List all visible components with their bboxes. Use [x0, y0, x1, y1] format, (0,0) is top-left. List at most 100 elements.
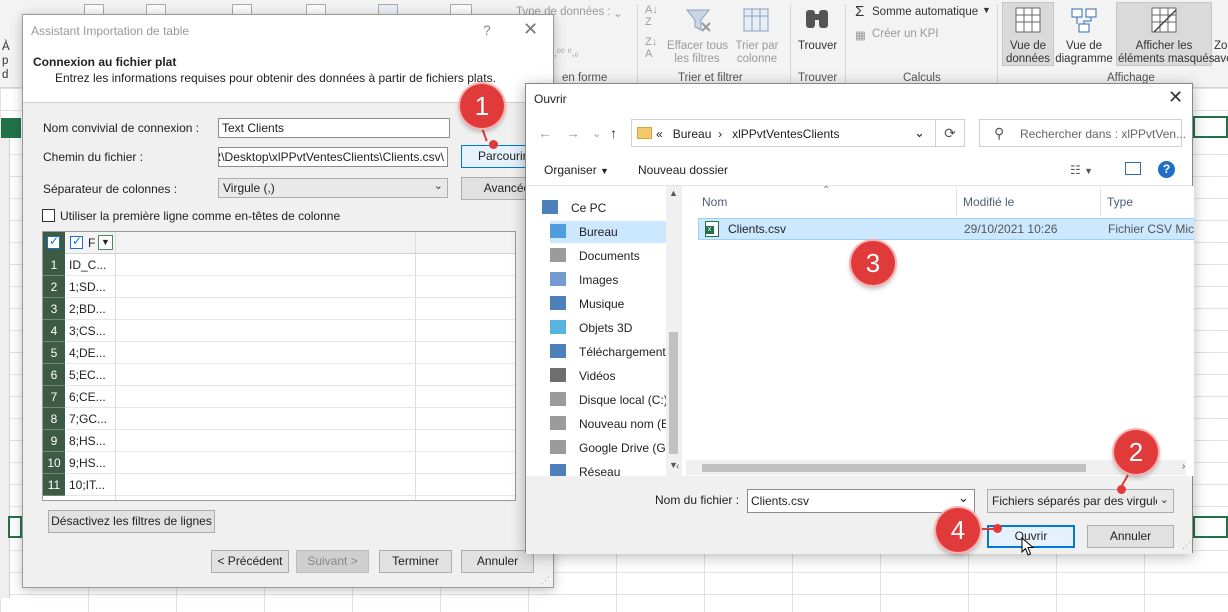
nav-item[interactable]: Musique: [550, 293, 678, 315]
friendly-name-field[interactable]: Text Clients: [218, 118, 450, 138]
nav-scrollbar-thumb[interactable]: [669, 332, 678, 454]
resize-grip-icon[interactable]: ⋰: [541, 575, 550, 586]
clear-filters-label-1[interactable]: Effacer tous: [667, 40, 728, 53]
autosum-button[interactable]: Somme automatique: [872, 6, 978, 18]
up-arrow-icon[interactable]: ↑: [610, 125, 617, 141]
ribbon-left-partial: À p d: [2, 41, 10, 81]
zoom-label-1[interactable]: Zo: [1214, 40, 1228, 53]
find-button[interactable]: Trouver: [798, 40, 837, 52]
preview-row: 3 2;BD...: [43, 298, 515, 320]
callout-dot: [993, 524, 1002, 533]
refresh-icon[interactable]: ⟳: [935, 119, 965, 147]
callout-badge-2: 2: [1114, 430, 1158, 474]
callout-badge-1: 1: [460, 84, 504, 128]
separator-label: Séparateur de colonnes :: [43, 182, 178, 196]
chevron-down-icon[interactable]: ⌄: [914, 125, 925, 141]
file-path-field[interactable]: \CER\Desktop\xlPPvtVentesClients\Clients…: [218, 147, 448, 167]
column-modified-header[interactable]: Modifié le: [963, 195, 1014, 209]
diagram-view-label-1[interactable]: Vue de: [1054, 40, 1114, 53]
sort-za-icon[interactable]: Z↓ A: [645, 36, 657, 60]
row-number: 8: [43, 408, 65, 430]
chevron-down-icon: ▼: [600, 166, 609, 176]
breadcrumb-overflow[interactable]: «: [656, 127, 663, 141]
row-number: 1: [43, 254, 65, 276]
address-bar[interactable]: « Bureau › xlPPvtVentesClients ⌄: [631, 119, 961, 147]
search-input[interactable]: ⚲ Rechercher dans : xlPPvtVen...: [979, 119, 1186, 147]
sort-az-icon[interactable]: A↓ Z: [645, 4, 658, 28]
preview-row: 11 10;IT...: [43, 474, 515, 496]
nav-item[interactable]: Images: [550, 269, 678, 291]
chevron-down-icon: ⌄: [433, 180, 443, 192]
filename-label: Nom du fichier :: [655, 493, 740, 507]
row-number: 9: [43, 430, 65, 452]
kpi-icon: ▦: [855, 30, 866, 42]
documents-icon: [550, 248, 566, 262]
breadcrumb-item[interactable]: Bureau: [673, 127, 712, 141]
create-kpi-button[interactable]: Créer un KPI: [872, 28, 938, 40]
dialog-footer: Nom du fichier : Clients.csv ⌄ Fichiers …: [526, 476, 1192, 554]
select-all-checkbox[interactable]: [43, 232, 65, 254]
separator-dropdown[interactable]: Virgule (,) ⌄: [218, 178, 448, 198]
chevron-down-icon[interactable]: ⌄: [958, 490, 969, 506]
nav-item[interactable]: Nouveau nom (E: [550, 413, 678, 435]
column-filter-dropdown-icon[interactable]: ▼: [98, 235, 113, 250]
first-row-header-checkbox[interactable]: [42, 209, 55, 222]
file-list: Nom ⌃ Modifié le Type x Clients.csv 29/1…: [682, 186, 1194, 476]
preview-cell: 5;EC...: [69, 368, 106, 382]
file-list-scrollbar-thumb[interactable]: [702, 464, 1086, 472]
view-options-icon[interactable]: ☷ ▼: [1070, 163, 1093, 177]
column-name-header[interactable]: Nom: [702, 195, 727, 209]
autosum-dropdown-icon[interactable]: ▼: [982, 5, 991, 15]
decimal-buttons[interactable]: ,⁰⁰ ⁰,₀: [554, 48, 579, 59]
nav-item[interactable]: Bureau: [550, 221, 678, 243]
resize-grip-icon[interactable]: ⋰: [1182, 540, 1191, 551]
sort-by-column-label-2[interactable]: colonne: [730, 53, 784, 66]
disable-row-filters-button[interactable]: Désactivez les filtres de lignes: [48, 510, 215, 533]
wizard-step-title: Connexion au fichier plat: [33, 55, 177, 69]
nav-item[interactable]: Disque local (C:): [550, 389, 678, 411]
nav-item[interactable]: Objets 3D: [550, 317, 678, 339]
nav-item[interactable]: Téléchargements: [550, 341, 678, 363]
desktop-icon: [550, 224, 566, 238]
sort-by-column-icon: [743, 8, 769, 32]
nav-item[interactable]: Vidéos: [550, 365, 678, 387]
help-icon[interactable]: ?: [483, 22, 491, 38]
drive-icon: [550, 416, 566, 430]
first-row-header-label[interactable]: Utiliser la première ligne comme en-tête…: [60, 209, 340, 223]
file-row[interactable]: x Clients.csv 29/10/2021 10:26 Fichier C…: [698, 218, 1194, 240]
column-checkbox[interactable]: [70, 234, 83, 249]
clear-filters-label-2[interactable]: les filtres: [667, 53, 727, 66]
forward-arrow-icon[interactable]: →: [566, 125, 580, 141]
filetype-dropdown[interactable]: Fichiers séparés par des virgules ⌄: [987, 489, 1174, 513]
preview-header: F ▼: [43, 232, 515, 254]
sort-by-column-label-1[interactable]: Trier par: [730, 40, 784, 53]
back-arrow-icon[interactable]: ←: [538, 125, 552, 141]
nav-item[interactable]: Documents: [550, 245, 678, 267]
preview-cell: 3;CS...: [69, 324, 106, 338]
nav-item[interactable]: Ce PC: [542, 197, 670, 219]
nav-item[interactable]: Google Drive (G:: [550, 437, 678, 459]
finish-button[interactable]: Terminer: [379, 550, 452, 573]
wizard-step-subtitle: Entrez les informations requises pour ob…: [55, 71, 496, 85]
recent-chevron-icon[interactable]: ⌄: [592, 127, 601, 140]
cancel-button[interactable]: Annuler: [461, 550, 534, 573]
close-icon[interactable]: ✕: [523, 19, 538, 40]
open-file-dialog: Ouvrir ✕ ← → ⌄ ↑ « Bureau › xlPPvtVentes…: [525, 83, 1194, 554]
data-view-icon: [1015, 7, 1041, 33]
previous-button[interactable]: < Précédent: [211, 550, 289, 573]
new-folder-button[interactable]: Nouveau dossier: [638, 163, 728, 177]
breadcrumb-item[interactable]: xlPPvtVentesClients: [732, 127, 839, 141]
close-icon[interactable]: ✕: [1168, 87, 1183, 108]
nav-item[interactable]: Réseau: [550, 461, 678, 476]
show-hidden-label-1: Afficher les: [1135, 40, 1193, 52]
column-type-header[interactable]: Type: [1107, 195, 1133, 209]
cancel-button[interactable]: Annuler: [1087, 525, 1174, 548]
preview-pane-icon[interactable]: [1125, 162, 1141, 175]
zoom-label-2[interactable]: ave: [1214, 53, 1228, 66]
preview-cell: 4;DE...: [69, 346, 106, 360]
help-icon[interactable]: ?: [1158, 161, 1175, 178]
diagram-view-label-2[interactable]: diagramme: [1054, 53, 1114, 66]
filename-input[interactable]: Clients.csv: [747, 489, 975, 513]
organize-menu[interactable]: Organiser ▼: [544, 163, 609, 177]
show-hidden-icon: [1151, 7, 1177, 33]
